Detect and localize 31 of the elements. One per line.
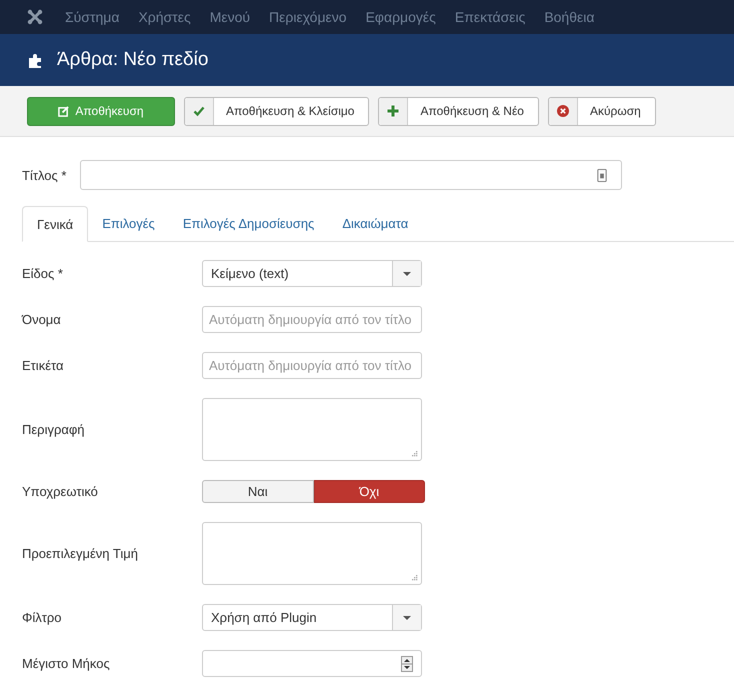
tab[interactable]: Επιλογές [88, 206, 169, 242]
menu-item[interactable]: Χρήστες [138, 9, 191, 25]
page-title: Άρθρα: Νέο πεδίο [57, 49, 208, 71]
dropdown[interactable]: Χρήση από Plugin [202, 604, 422, 631]
save-button[interactable]: Αποθήκευση [27, 96, 175, 126]
field-label: Μέγιστο Μήκος [22, 656, 111, 671]
toggle-option[interactable]: Ναι [202, 480, 314, 503]
field-label: Είδος * [22, 266, 64, 281]
input-field[interactable]: Αυτόματη δημιουργία από τον τίτλο [202, 352, 422, 379]
menu-item[interactable]: Περιεχόμενο [269, 9, 347, 25]
field-label: Όνομα [22, 312, 62, 327]
save-button[interactable]: Αποθήκευση & Νέο [378, 96, 539, 126]
cancel-button[interactable]: Ακύρωση [548, 96, 656, 126]
field-label: Φίλτρο [22, 610, 63, 625]
field-label: Προεπιλεγμένη Τιμή [22, 546, 139, 561]
field-label: Τίτλος * [22, 168, 68, 182]
tab[interactable]: Γενικά [22, 206, 88, 242]
menu-item[interactable]: Επεκτάσεις [454, 9, 526, 25]
field-label: Περιγραφή [22, 422, 86, 437]
field-label: Υποχρεωτικό [22, 484, 99, 499]
dropdown[interactable]: Κείμενο (text) [202, 260, 422, 287]
field-label: Ετικέτα [22, 358, 64, 373]
input-field[interactable]: Αυτόματη δημιουργία από τον τίτλο [202, 306, 422, 333]
save-button[interactable]: Αποθήκευση & Κλείσιμο [184, 96, 370, 126]
tab[interactable]: Επιλογές Δημοσίευσης [168, 206, 328, 242]
menu-item[interactable]: Σύστημα [65, 9, 120, 25]
toggle-option[interactable]: Όχι [314, 480, 425, 503]
tab[interactable]: Δικαιώματα [328, 206, 422, 242]
menu-item[interactable]: Βοήθεια [544, 9, 594, 25]
menu-item[interactable]: Μενού [210, 9, 250, 25]
menu-item[interactable]: Εφαρμογές [366, 9, 436, 25]
